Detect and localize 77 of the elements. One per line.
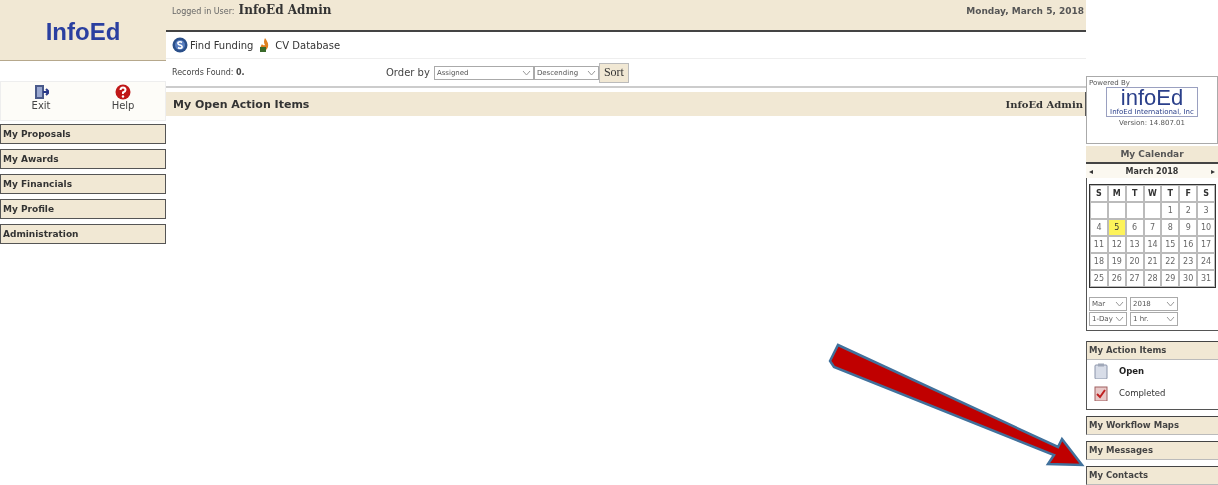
document-check-icon bbox=[1093, 384, 1109, 401]
user-label: Logged in User: bbox=[172, 7, 235, 16]
calendar-day[interactable]: 14 bbox=[1143, 235, 1162, 253]
calendar-title: My Calendar bbox=[1086, 146, 1218, 163]
calendar-day[interactable]: 26 bbox=[1107, 269, 1126, 287]
sidebar-item[interactable]: My Awards bbox=[0, 149, 166, 169]
calendar-day[interactable]: 16 bbox=[1179, 235, 1198, 253]
help-button[interactable]: Help bbox=[111, 82, 135, 120]
action-item-link[interactable]: Open bbox=[1087, 359, 1218, 382]
calendar-day[interactable]: 6 bbox=[1125, 218, 1144, 236]
clipboard-icon bbox=[1093, 362, 1109, 379]
weekday-header: M bbox=[1107, 184, 1126, 202]
calendar-day[interactable]: 9 bbox=[1179, 218, 1198, 236]
section-header[interactable]: My Workflow Maps bbox=[1086, 416, 1218, 435]
door-exit-icon bbox=[33, 84, 50, 100]
dollar-coin-icon bbox=[172, 37, 188, 53]
weekday-header: S bbox=[1090, 184, 1108, 202]
calendar-day[interactable]: 18 bbox=[1090, 252, 1108, 270]
empty-day-cell bbox=[1090, 201, 1108, 219]
exit-button[interactable]: Exit bbox=[31, 82, 51, 120]
calendar-day[interactable]: 1 bbox=[1161, 201, 1180, 219]
sidebar-item[interactable]: Administration bbox=[0, 224, 166, 244]
section-header[interactable]: My Contacts bbox=[1086, 466, 1218, 485]
nav-link[interactable]: Find Funding bbox=[172, 37, 254, 53]
help-icon bbox=[115, 84, 132, 100]
calendar-day[interactable]: 10 bbox=[1197, 218, 1215, 236]
empty-day-cell bbox=[1125, 201, 1144, 219]
calendar-day[interactable]: 12 bbox=[1107, 235, 1126, 253]
empty-day-cell bbox=[1143, 201, 1162, 219]
calendar-day[interactable]: 20 bbox=[1125, 252, 1144, 270]
records-found-text: Records Found: 0. bbox=[172, 68, 246, 77]
calendar-day[interactable]: 17 bbox=[1197, 235, 1215, 253]
sidebar-item[interactable]: My Proposals bbox=[0, 124, 166, 144]
panel-title: My Open Action Items bbox=[173, 97, 310, 111]
calendar-day[interactable]: 13 bbox=[1125, 235, 1144, 253]
calendar-day[interactable]: 3 bbox=[1197, 201, 1215, 219]
calendar-day[interactable]: 23 bbox=[1179, 252, 1198, 270]
calendar-day[interactable]: 29 bbox=[1161, 269, 1180, 287]
chevron-down-icon bbox=[521, 69, 531, 76]
previous-month-button[interactable]: ◂ bbox=[1089, 166, 1093, 176]
calendar-day[interactable]: 2 bbox=[1179, 201, 1198, 219]
next-month-button[interactable]: ▸ bbox=[1210, 166, 1215, 176]
calendar-day[interactable]: 25 bbox=[1090, 269, 1108, 287]
section-header[interactable]: My Action Items bbox=[1087, 340, 1218, 360]
calendar-day[interactable]: 30 bbox=[1179, 269, 1198, 287]
calendar-day[interactable]: 8 bbox=[1161, 218, 1180, 236]
sort-button[interactable]: Sort bbox=[598, 62, 629, 83]
calendar-day[interactable]: 22 bbox=[1161, 252, 1180, 270]
weekday-header: T bbox=[1125, 184, 1144, 202]
brand-name: infoEd bbox=[1120, 88, 1184, 108]
date-text: Monday, March 5, 2018 bbox=[966, 6, 1084, 16]
calendar-day[interactable]: 21 bbox=[1143, 252, 1162, 270]
calendar-day[interactable]: 24 bbox=[1197, 252, 1215, 270]
user-name: InfoEd Admin bbox=[238, 3, 332, 17]
weekday-header: S bbox=[1197, 184, 1215, 202]
calendar-day[interactable]: 7 bbox=[1143, 218, 1162, 236]
sidebar-item[interactable]: My Financials bbox=[0, 174, 166, 194]
empty-day-cell bbox=[1107, 201, 1126, 219]
calendar-day[interactable]: 15 bbox=[1161, 235, 1180, 253]
nav-link[interactable]: CV Database bbox=[257, 37, 341, 53]
calendar-day[interactable]: 31 bbox=[1197, 269, 1215, 287]
weekday-header: T bbox=[1161, 184, 1180, 202]
month-title: March 2018 bbox=[1125, 166, 1179, 176]
action-item-link[interactable]: Completed bbox=[1087, 381, 1218, 404]
section-header[interactable]: My Messages bbox=[1086, 441, 1218, 460]
sidebar-item[interactable]: My Profile bbox=[0, 199, 166, 219]
order-by-label: Order by bbox=[386, 67, 430, 78]
logo-text: InfoEd bbox=[45, 18, 121, 46]
calendar-day[interactable]: 4 bbox=[1090, 218, 1108, 236]
panel-owner: InfoEd Admin bbox=[1005, 98, 1083, 110]
weekday-header: F bbox=[1179, 184, 1198, 202]
calendar-day[interactable]: 19 bbox=[1107, 252, 1126, 270]
calendar-day[interactable]: 28 bbox=[1143, 269, 1162, 287]
weekday-header: W bbox=[1143, 184, 1162, 202]
calendar-day[interactable]: 27 bbox=[1125, 269, 1144, 287]
chevron-down-icon bbox=[586, 69, 596, 76]
calendar-day[interactable]: 11 bbox=[1090, 235, 1108, 253]
